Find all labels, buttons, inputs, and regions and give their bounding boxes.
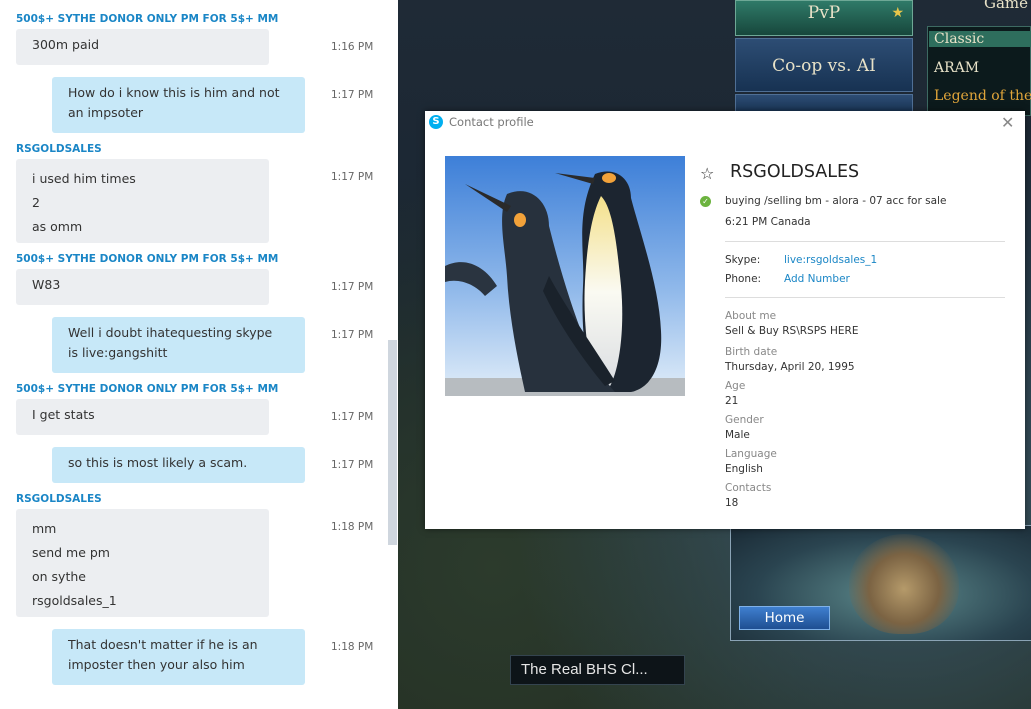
game-mode-list: Classic ARAM Legend of the xyxy=(927,26,1031,116)
sender-name[interactable]: RSGOLDSALES xyxy=(16,493,102,505)
age-label: Age xyxy=(725,380,746,392)
message-timestamp: 1:17 PM xyxy=(331,329,374,341)
contact-name: RSGOLDSALES xyxy=(730,162,860,182)
incoming-message-bubble[interactable]: 300m paid xyxy=(16,29,269,65)
incoming-message-bubble[interactable]: W83 xyxy=(16,269,269,305)
contacts-label: Contacts xyxy=(725,482,772,494)
message-timestamp: 1:17 PM xyxy=(331,411,374,423)
outgoing-message-bubble[interactable]: That doesn't matter if he is an imposter … xyxy=(52,629,305,685)
age-value: 21 xyxy=(725,395,739,407)
message-line: I get stats xyxy=(32,407,95,422)
message-line: so this is most likely a scam. xyxy=(68,455,248,470)
status-bar[interactable]: The Real BHS Cl... xyxy=(510,655,685,685)
message-line: How do i know this is him and not xyxy=(68,85,280,100)
divider xyxy=(725,297,1005,298)
mode-classic[interactable]: Classic xyxy=(929,31,1031,47)
dialog-title: Contact profile xyxy=(449,115,534,129)
pvp-label: PvP xyxy=(807,3,841,23)
sender-name[interactable]: RSGOLDSALES xyxy=(16,143,102,155)
contact-profile-dialog: S Contact profile ✕ ☆ RSGOLDSALES ✓ buyi… xyxy=(425,111,1025,529)
penguin-picture xyxy=(445,156,685,396)
outgoing-message-bubble[interactable]: How do i know this is him and not an imps… xyxy=(52,77,305,133)
birth-date-label: Birth date xyxy=(725,346,778,358)
mood-message: buying /selling bm - alora - 07 acc for … xyxy=(725,195,947,207)
about-me-label: About me xyxy=(725,310,777,322)
message-line: is live:gangshitt xyxy=(68,345,168,360)
incoming-message-bubble[interactable]: mm send me pm on sythe rsgoldsales_1 xyxy=(16,509,269,617)
message-timestamp: 1:16 PM xyxy=(331,41,374,53)
message-line: i used him times xyxy=(32,171,136,186)
divider xyxy=(725,241,1005,242)
message-timestamp: 1:18 PM xyxy=(331,641,374,653)
message-timestamp: 1:17 PM xyxy=(331,459,374,471)
pvp-tab[interactable]: PvP ★ xyxy=(735,0,913,36)
add-number-link[interactable]: Add Number xyxy=(784,273,850,285)
sender-name[interactable]: 500$+ SYTHE DONOR ONLY PM FOR 5$+ MM xyxy=(16,253,278,265)
outgoing-message-bubble[interactable]: Well i doubt ihatequesting skype is live:… xyxy=(52,317,305,373)
home-button[interactable]: Home xyxy=(739,606,830,630)
mode-legend[interactable]: Legend of the xyxy=(934,88,1031,104)
incoming-message-bubble[interactable]: I get stats xyxy=(16,399,269,435)
sender-name[interactable]: 500$+ SYTHE DONOR ONLY PM FOR 5$+ MM xyxy=(16,13,278,25)
language-value: English xyxy=(725,463,763,475)
message-line: W83 xyxy=(32,277,61,292)
message-line: on sythe xyxy=(32,569,86,584)
message-line: 300m paid xyxy=(32,37,100,52)
local-time: 6:21 PM Canada xyxy=(725,216,811,228)
incoming-message-bubble[interactable]: i used him times 2 as omm xyxy=(16,159,269,243)
close-icon[interactable]: ✕ xyxy=(1001,113,1014,132)
message-line: That doesn't matter if he is an xyxy=(68,637,258,652)
birth-date-value: Thursday, April 20, 1995 xyxy=(725,361,855,373)
skype-name-link[interactable]: live:rsgoldsales_1 xyxy=(784,254,877,266)
message-line: imposter then your also him xyxy=(68,657,245,672)
coop-vs-ai-tab[interactable]: Co-op vs. AI xyxy=(735,38,913,92)
favorite-star-icon[interactable]: ☆ xyxy=(700,164,714,183)
avatar xyxy=(445,156,685,396)
skype-label: Skype: xyxy=(725,254,761,266)
sender-name[interactable]: 500$+ SYTHE DONOR ONLY PM FOR 5$+ MM xyxy=(16,383,278,395)
champion-illustration xyxy=(849,534,959,634)
message-timestamp: 1:17 PM xyxy=(331,171,374,183)
star-icon: ★ xyxy=(891,5,904,21)
message-line: send me pm xyxy=(32,545,110,560)
online-status-icon: ✓ xyxy=(700,196,711,207)
message-line: mm xyxy=(32,521,57,536)
about-me-value: Sell & Buy RS\RSPS HERE xyxy=(725,325,859,337)
gender-label: Gender xyxy=(725,414,764,426)
skype-icon: S xyxy=(429,115,443,129)
message-line: as omm xyxy=(32,219,83,234)
language-label: Language xyxy=(725,448,777,460)
message-line: rsgoldsales_1 xyxy=(32,593,117,608)
message-line: an impsoter xyxy=(68,105,144,120)
phone-label: Phone: xyxy=(725,273,762,285)
gender-value: Male xyxy=(725,429,750,441)
outgoing-message-bubble[interactable]: so this is most likely a scam. xyxy=(52,447,305,483)
contacts-value: 18 xyxy=(725,497,739,509)
message-line: Well i doubt ihatequesting skype xyxy=(68,325,273,340)
game-header: Game xyxy=(984,0,1029,12)
message-timestamp: 1:18 PM xyxy=(331,521,374,533)
message-line: 2 xyxy=(32,195,40,210)
message-timestamp: 1:17 PM xyxy=(331,89,374,101)
chat-scrollbar[interactable] xyxy=(388,340,397,545)
message-timestamp: 1:17 PM xyxy=(331,281,374,293)
mode-aram[interactable]: ARAM xyxy=(934,60,979,76)
chat-pane: 500$+ SYTHE DONOR ONLY PM FOR 5$+ MM 300m… xyxy=(0,0,398,709)
